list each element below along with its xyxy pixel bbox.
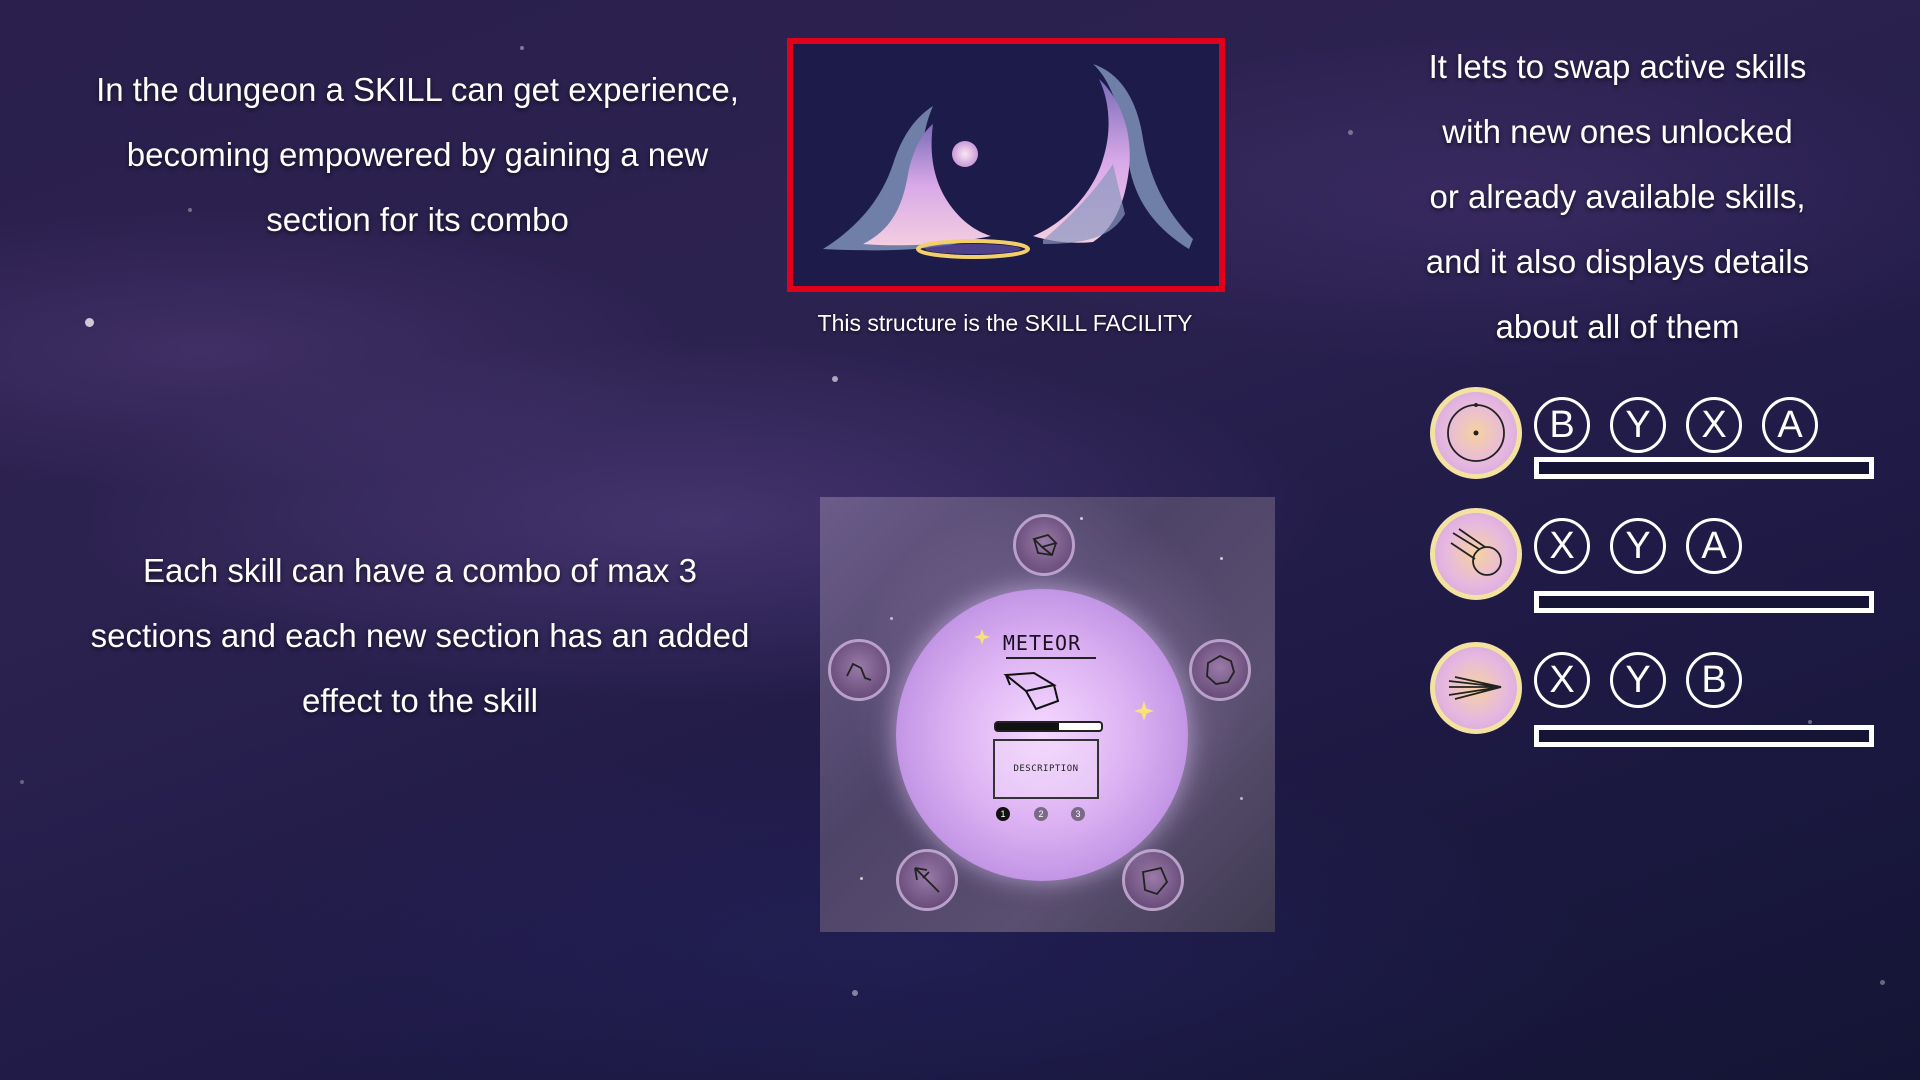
- combo-button: X: [1534, 518, 1590, 574]
- skill-row[interactable]: X Y A: [1430, 508, 1900, 613]
- intro-line: section for its combo: [266, 201, 569, 238]
- combo-button: Y: [1610, 397, 1666, 453]
- skill-xp-fill: [996, 723, 1059, 730]
- skill-slot[interactable]: [1430, 508, 1522, 600]
- skill-xp-track: [1534, 457, 1874, 479]
- meteor-icon: [1450, 528, 1502, 576]
- skill-orb-zigzag[interactable]: [828, 639, 890, 701]
- skill-facility-menu: METEOR DESCRIPTION 1 2 3: [820, 497, 1275, 932]
- swap-line: and it also displays details: [1425, 243, 1810, 280]
- pentagon-constellation-icon: [1142, 866, 1169, 896]
- cube-constellation-icon: [1032, 533, 1058, 556]
- combo-line: effect to the skill: [301, 682, 538, 719]
- facility-caption: This structure is the SKILL FACILITY: [817, 310, 1193, 336]
- combo-button: A: [1762, 397, 1818, 453]
- combo-button: A: [1686, 518, 1742, 574]
- swap-text: It lets to swap active skills with new o…: [1370, 34, 1865, 359]
- skill-orb-arrow[interactable]: [896, 849, 958, 911]
- combo-text: Each skill can have a combo of max 3 sec…: [40, 538, 800, 733]
- skill-row[interactable]: X Y B: [1430, 642, 1900, 747]
- skill-facility-structure-icon: [823, 64, 1193, 259]
- intro-line: In the dungeon a SKILL can get experienc…: [96, 71, 739, 108]
- ring-constellation-icon: [1206, 654, 1235, 685]
- skill-row[interactable]: B Y X A: [1430, 387, 1900, 487]
- page-dot-3[interactable]: 3: [1071, 807, 1085, 821]
- combo-line: Each skill can have a combo of max 3: [143, 552, 697, 589]
- skill-xp-track: [1534, 725, 1874, 747]
- skill-facility-image: [787, 38, 1225, 292]
- sun-orbit-icon: [1447, 403, 1505, 462]
- combo-line: sections and each new section has an add…: [90, 617, 750, 654]
- page-dot-2[interactable]: 2: [1034, 807, 1048, 821]
- meteor-constellation-icon: [1003, 671, 1060, 711]
- combo-button: B: [1686, 652, 1742, 708]
- sparkle-icon: [974, 629, 990, 645]
- combo-button: X: [1534, 652, 1590, 708]
- skill-title: METEOR: [1002, 631, 1082, 655]
- description-box: DESCRIPTION: [993, 739, 1099, 799]
- intro-text: In the dungeon a SKILL can get experienc…: [50, 57, 785, 252]
- page-dot-1[interactable]: 1: [996, 807, 1010, 821]
- combo-button: X: [1686, 397, 1742, 453]
- description-label: DESCRIPTION: [1013, 764, 1079, 774]
- skill-detail-orb: METEOR DESCRIPTION 1 2 3: [896, 589, 1188, 881]
- skill-xp-track: [1534, 591, 1874, 613]
- beam-icon: [1448, 676, 1502, 700]
- skill-xp-bar: [994, 721, 1103, 732]
- skill-slot[interactable]: [1430, 387, 1522, 479]
- combo-button: Y: [1610, 518, 1666, 574]
- title-underline: [1006, 657, 1096, 659]
- intro-line: becoming empowered by gaining a new: [126, 136, 709, 173]
- skill-orb-pentagon[interactable]: [1122, 849, 1184, 911]
- swap-line: about all of them: [1495, 308, 1740, 345]
- skill-orb-ring[interactable]: [1189, 639, 1251, 701]
- combo-button: Y: [1610, 652, 1666, 708]
- swap-line: with new ones unlocked: [1442, 113, 1793, 150]
- combo-button: B: [1534, 397, 1590, 453]
- skill-slot[interactable]: [1430, 642, 1522, 734]
- swap-line: It lets to swap active skills: [1428, 48, 1807, 85]
- arrow-constellation-icon: [914, 867, 940, 893]
- sparkle-icon: [1134, 701, 1154, 721]
- zigzag-constellation-icon: [846, 662, 872, 681]
- skill-orb-cube[interactable]: [1013, 514, 1075, 576]
- swap-line: or already available skills,: [1429, 178, 1806, 215]
